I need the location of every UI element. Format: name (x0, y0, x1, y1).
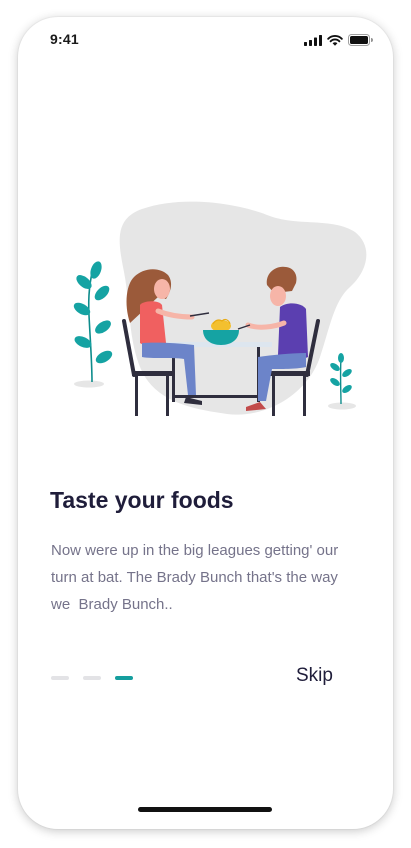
left-plant-icon (73, 261, 113, 388)
onboarding-description: Now were up in the big leagues getting' … (51, 542, 343, 613)
page-indicator (51, 676, 133, 680)
skip-button[interactable]: Skip (296, 665, 333, 687)
right-plant-icon (328, 353, 356, 410)
page-indicator-dot-2 (83, 676, 101, 680)
page-indicator-dot-3-active (115, 676, 133, 680)
onboarding-illustration (73, 201, 367, 416)
signal-icon (304, 34, 322, 46)
wifi-icon (327, 34, 343, 46)
screen: 9:41 Taste your foods Now were up in the… (0, 0, 411, 848)
battery-icon (348, 34, 373, 46)
page-indicator-dot-1 (51, 676, 69, 680)
onboarding-title: Taste your foods (50, 487, 234, 513)
status-bar: 9:41 (18, 17, 393, 61)
status-icons (304, 34, 373, 46)
home-indicator[interactable] (138, 807, 272, 812)
phone-frame: 9:41 Taste your foods Now were up in the… (18, 17, 393, 829)
status-time: 9:41 (50, 31, 79, 47)
